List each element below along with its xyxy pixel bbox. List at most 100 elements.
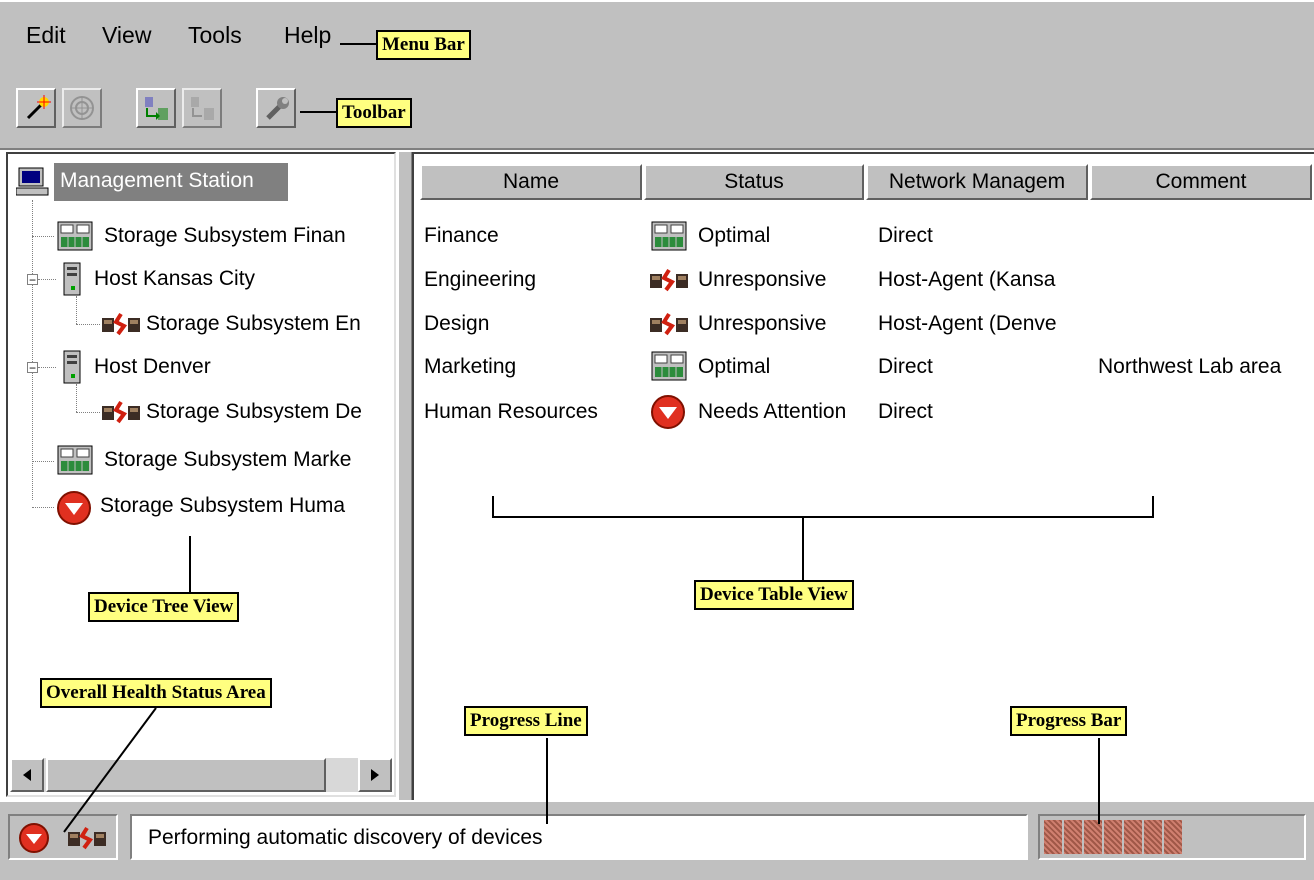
callout-leader	[492, 516, 1154, 518]
host-icon	[63, 350, 81, 384]
column-header-network[interactable]: Network Managem	[866, 164, 1088, 200]
new-icon	[26, 95, 51, 120]
settings-button[interactable]	[256, 88, 296, 128]
callout-toolbar: Toolbar	[336, 98, 412, 128]
progress-block	[1044, 820, 1062, 854]
cell-status: Unresponsive	[698, 268, 827, 291]
tree-item-storage-design[interactable]: Storage Subsystem De	[146, 400, 362, 424]
cell-network: Direct	[878, 355, 933, 378]
callout-menu-bar: Menu Bar	[376, 30, 471, 60]
new-button[interactable]	[16, 88, 56, 128]
column-header-comment[interactable]: Comment	[1090, 164, 1312, 200]
progress-block	[1084, 820, 1102, 854]
callout-leader	[340, 43, 376, 45]
cell-network: Direct	[878, 400, 933, 423]
callout-device-tree-view: Device Tree View	[88, 592, 240, 622]
tree-item-finance[interactable]: Storage Subsystem Finan	[104, 224, 346, 248]
cell-status: Needs Attention	[698, 400, 847, 423]
remove-device-button[interactable]	[182, 88, 222, 128]
menu-help[interactable]: Help	[284, 22, 331, 49]
tree-connector	[38, 367, 56, 368]
callout-device-table-view: Device Table View	[694, 580, 854, 610]
tree-connector	[32, 236, 54, 237]
tree-item-storage-human-resources[interactable]: Storage Subsystem Huma	[100, 494, 345, 518]
tree-item-storage-marketing[interactable]: Storage Subsystem Marke	[104, 448, 351, 472]
cell-network: Host-Agent (Kansa	[878, 268, 1056, 291]
add-device-button[interactable]	[136, 88, 176, 128]
callout-leader	[546, 738, 548, 824]
column-header-status[interactable]: Status	[644, 164, 864, 200]
progress-line: Performing automatic discovery of device…	[130, 814, 1028, 860]
callout-leader	[1152, 496, 1154, 518]
storage-unresponsive-icon	[102, 400, 140, 424]
menu-edit[interactable]: Edit	[26, 22, 66, 49]
wrench-icon	[266, 97, 289, 120]
cell-status: Unresponsive	[698, 312, 827, 335]
tree-connector	[38, 279, 56, 280]
cell-name[interactable]: Human Resources	[424, 400, 598, 424]
cell-name[interactable]: Marketing	[424, 355, 516, 379]
cell-name[interactable]: Design	[424, 312, 489, 336]
column-header-name[interactable]: Name	[420, 164, 642, 200]
storage-unresponsive-icon	[650, 312, 688, 336]
callout-progress-bar: Progress Bar	[1010, 706, 1128, 736]
cell-status: Optimal	[698, 224, 771, 247]
menu-tools[interactable]: Tools	[188, 22, 242, 49]
progress-block	[1124, 820, 1142, 854]
callout-leader	[63, 707, 157, 833]
add-device-icon	[145, 97, 168, 120]
panel-splitter[interactable]	[398, 152, 412, 802]
host-icon	[63, 262, 81, 296]
tree-connector	[76, 412, 100, 413]
storage-optimal-icon	[57, 221, 93, 251]
storage-unresponsive-icon	[102, 312, 140, 336]
storage-optimal-icon	[651, 351, 687, 381]
progress-block	[1164, 820, 1182, 854]
tree-connector	[32, 200, 33, 500]
discover-icon	[70, 96, 94, 120]
toolbar	[0, 70, 1314, 150]
callout-leader	[1098, 738, 1100, 824]
callout-leader	[802, 516, 804, 580]
cell-network: Host-Agent (Denve	[878, 312, 1057, 335]
scroll-left-button[interactable]	[10, 758, 44, 792]
progress-block	[1104, 820, 1122, 854]
needs-attention-icon	[651, 395, 685, 429]
tree-connector	[32, 461, 54, 462]
remove-device-icon	[191, 97, 214, 120]
cell-comment: Northwest Lab area	[1098, 355, 1282, 378]
progress-block	[1144, 820, 1162, 854]
storage-unresponsive-icon	[650, 268, 688, 292]
cell-name[interactable]: Finance	[424, 224, 499, 248]
callout-leader	[300, 111, 336, 113]
callout-progress-line: Progress Line	[464, 706, 588, 736]
arrow-left-icon	[23, 769, 31, 781]
tree-item-storage-engineering[interactable]: Storage Subsystem En	[146, 312, 361, 336]
tree-item-host-denver[interactable]: Host Denver	[94, 355, 211, 379]
device-table-view: Name Status Network Managem Comment	[412, 152, 1314, 802]
callout-overall-health: Overall Health Status Area	[40, 678, 272, 708]
needs-attention-icon	[57, 491, 91, 525]
tree-root-selection[interactable]: Management Station	[54, 163, 288, 201]
tree-connector	[76, 296, 77, 324]
scroll-right-button[interactable]	[358, 758, 392, 792]
discover-button[interactable]	[62, 88, 102, 128]
callout-leader	[189, 536, 191, 592]
collapse-toggle[interactable]: −	[27, 362, 38, 374]
storage-optimal-icon	[651, 221, 687, 251]
tree-root-label: Management Station	[60, 169, 254, 192]
callout-leader	[492, 496, 494, 518]
progress-text: Performing automatic discovery of device…	[148, 826, 543, 849]
collapse-toggle[interactable]: −	[27, 274, 38, 286]
cell-name[interactable]: Engineering	[424, 268, 536, 292]
management-station-icon	[16, 167, 49, 196]
storage-optimal-icon	[57, 445, 93, 475]
tree-item-host-kansas-city[interactable]: Host Kansas City	[94, 267, 255, 291]
menu-bar: Edit View Tools Help	[0, 0, 1314, 71]
tree-connector	[76, 324, 100, 325]
tree-connector	[32, 507, 54, 508]
arrow-right-icon	[371, 769, 379, 781]
menu-view[interactable]: View	[102, 22, 151, 49]
cell-network: Direct	[878, 224, 933, 247]
cell-status: Optimal	[698, 355, 771, 378]
